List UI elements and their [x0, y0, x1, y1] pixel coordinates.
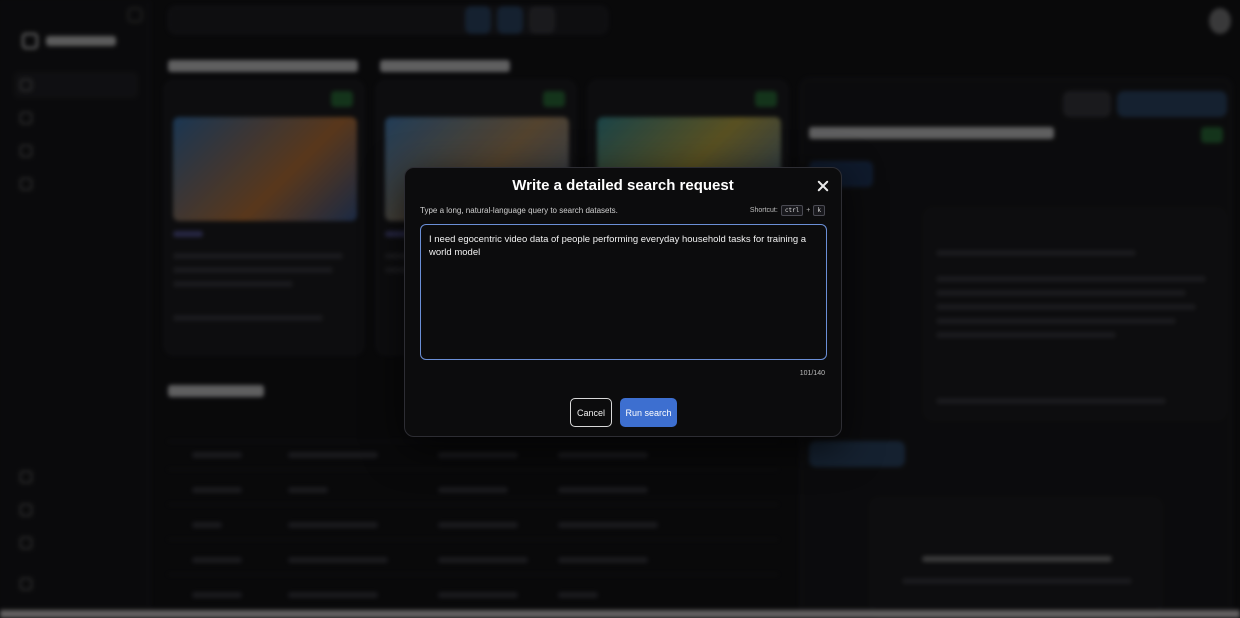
modal-title: Write a detailed search request [512, 177, 734, 194]
cancel-button[interactable]: Cancel [570, 398, 612, 427]
shortcut-hint: Shortcut: ctrl + k [750, 205, 825, 216]
search-request-textarea[interactable]: I need egocentric video data of people p… [420, 224, 827, 360]
search-request-modal: Write a detailed search request Type a l… [404, 167, 842, 437]
run-search-button[interactable]: Run search [620, 398, 677, 427]
character-counter: 101/140 [799, 370, 825, 377]
shortcut-key-ctrl: ctrl [780, 205, 804, 216]
modal-hint-text: Type a long, natural-language query to s… [420, 206, 618, 215]
shortcut-label: Shortcut: [749, 207, 778, 214]
close-icon[interactable] [815, 178, 831, 194]
shortcut-key-k: k [813, 205, 825, 216]
shortcut-plus: + [806, 207, 811, 214]
